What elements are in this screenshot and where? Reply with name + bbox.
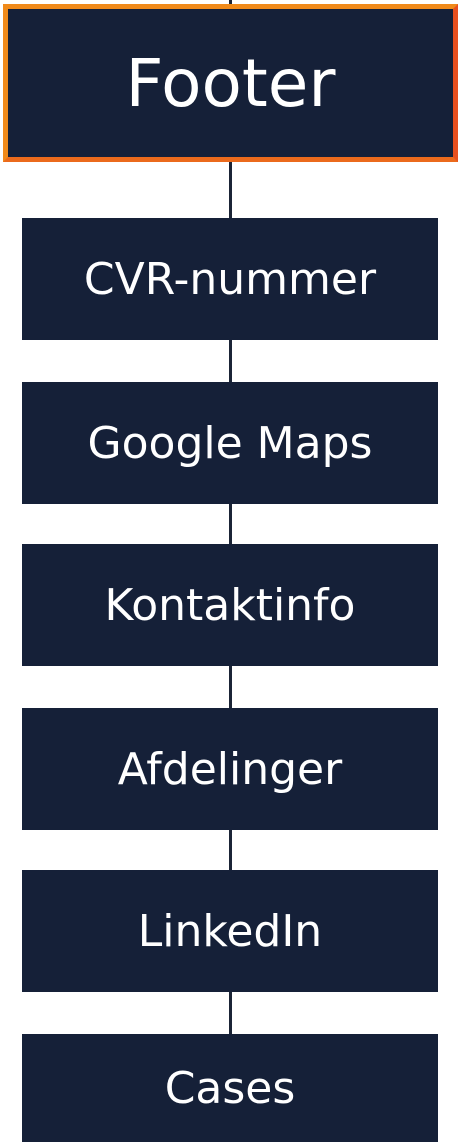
connector-root-to-cvr (229, 160, 232, 220)
root-node-footer: Footer (3, 4, 458, 162)
connector-afdelinger-to-linkedin (229, 826, 232, 872)
connector-cvr-to-google (229, 338, 232, 384)
node-label: CVR-nummer (83, 253, 377, 305)
node-label: Kontaktinfo (104, 579, 356, 631)
node-label: Cases (164, 1062, 296, 1114)
node-label: Afdelinger (117, 743, 343, 795)
connector-google-to-kontakt (229, 502, 232, 548)
node-label: Google Maps (87, 417, 373, 469)
root-node-label: Footer (125, 44, 336, 122)
node-kontaktinfo: Kontaktinfo (22, 544, 438, 666)
node-label: LinkedIn (137, 905, 323, 957)
node-cases: Cases (22, 1034, 438, 1142)
node-linkedin: LinkedIn (22, 870, 438, 992)
node-google-maps: Google Maps (22, 382, 438, 504)
node-afdelinger: Afdelinger (22, 708, 438, 830)
connector-kontakt-to-afdelinger (229, 664, 232, 710)
connector-linkedin-to-cases (229, 990, 232, 1036)
node-cvr-nummer: CVR-nummer (22, 218, 438, 340)
